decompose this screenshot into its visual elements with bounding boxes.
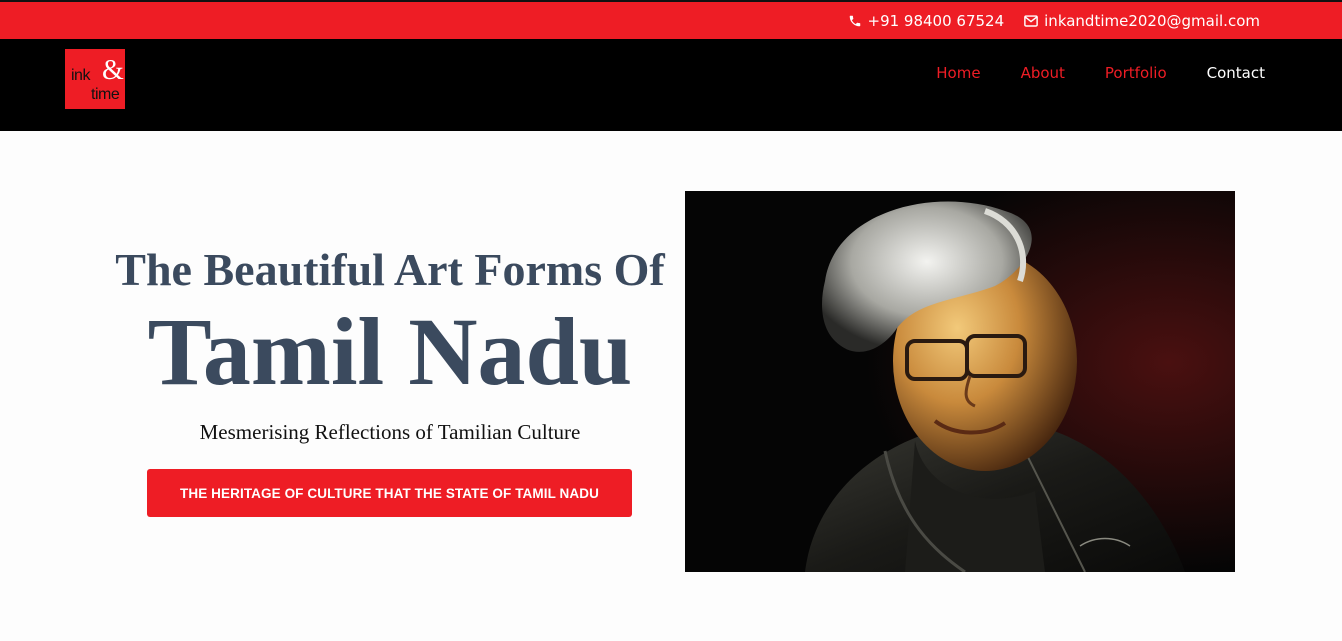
contact-info: +91 98400 67524 inkandtime2020@gmail.com (848, 2, 1260, 39)
logo-text-time: time (91, 86, 120, 103)
logo-ampersand: & (102, 55, 124, 86)
phone-contact[interactable]: +91 98400 67524 (848, 11, 1005, 30)
nav-portfolio[interactable]: Portfolio (1105, 64, 1167, 82)
nav-contact[interactable]: Contact (1207, 64, 1265, 82)
phone-number: +91 98400 67524 (867, 11, 1005, 30)
top-contact-bar: +91 98400 67524 inkandtime2020@gmail.com (0, 0, 1342, 39)
portrait-painting (685, 191, 1235, 572)
hero-subtitle: Mesmerising Reflections of Tamilian Cult… (199, 420, 581, 444)
primary-nav: Home About Portfolio Contact (936, 39, 1265, 106)
site-logo[interactable]: ink & time (65, 49, 125, 109)
hero-title-line2: Tamil Nadu (147, 298, 633, 405)
hero-title-line1: The Beautiful Art Forms Of (115, 244, 665, 295)
email-address: inkandtime2020@gmail.com (1044, 11, 1260, 30)
hero-text: The Beautiful Art Forms Of Tamil Nadu Me… (100, 240, 680, 445)
nav-home[interactable]: Home (936, 64, 980, 82)
main-navbar: ink & time Home About Portfolio Contact (0, 39, 1342, 131)
email-contact[interactable]: inkandtime2020@gmail.com (1024, 12, 1260, 30)
heritage-cta-button[interactable]: THE HERITAGE OF CULTURE THAT THE STATE O… (147, 469, 632, 517)
phone-icon (848, 14, 862, 28)
logo-text-ink: ink (71, 67, 90, 84)
nav-about[interactable]: About (1021, 64, 1065, 82)
envelope-icon (1024, 14, 1038, 27)
